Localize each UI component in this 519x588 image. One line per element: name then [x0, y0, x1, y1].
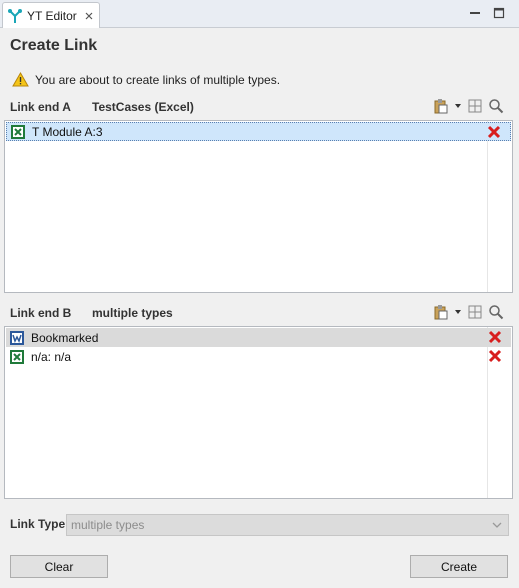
list-item-label: n/a: n/a — [31, 349, 72, 364]
link-end-b-toolbar — [433, 304, 504, 320]
column-divider — [487, 121, 488, 292]
tab-bar: YT Editor — [0, 0, 519, 28]
tab-label: YT Editor — [27, 8, 77, 23]
search-icon[interactable] — [488, 304, 504, 320]
warning-icon — [12, 72, 29, 87]
delete-icon[interactable] — [488, 330, 502, 344]
list-item-label: T Module A:3 — [32, 124, 103, 139]
link-type-select[interactable]: multiple types — [66, 514, 509, 536]
grid-icon[interactable] — [467, 304, 483, 320]
grid-icon[interactable] — [467, 98, 483, 114]
link-type-label: Link Type — [10, 517, 66, 531]
link-type-value: multiple types — [71, 518, 145, 532]
list-item[interactable]: n/a: n/a — [6, 347, 511, 366]
link-end-b-list[interactable]: Bookmarked n/a: n/a — [4, 326, 513, 499]
link-end-a-list[interactable]: T Module A:3 — [4, 120, 513, 293]
chevron-down-icon — [492, 522, 502, 528]
list-item[interactable]: Bookmarked — [6, 328, 511, 347]
link-end-a-value: TestCases (Excel) — [92, 100, 194, 114]
link-end-b-value: multiple types — [92, 306, 173, 320]
warning-message: You are about to create links of multipl… — [12, 72, 280, 87]
window-controls — [469, 7, 505, 19]
link-end-b-label: Link end B — [10, 306, 72, 320]
word-icon — [10, 330, 24, 345]
delete-icon[interactable] — [488, 349, 502, 363]
excel-icon — [11, 124, 25, 139]
clear-button[interactable]: Clear — [10, 555, 108, 578]
tab-yt-editor[interactable]: YT Editor — [2, 2, 100, 28]
yt-logo-icon — [8, 8, 22, 23]
warning-text: You are about to create links of multipl… — [35, 72, 281, 87]
minimize-icon[interactable] — [469, 7, 481, 19]
editor-window: YT Editor Create Link You are about to c… — [0, 0, 519, 588]
link-end-a-label: Link end A — [10, 100, 71, 114]
chevron-down-icon[interactable] — [454, 98, 462, 114]
search-icon[interactable] — [488, 98, 504, 114]
create-button[interactable]: Create — [410, 555, 508, 578]
link-end-a-header: Link end A TestCases (Excel) — [10, 98, 510, 118]
create-link-panel: Create Link You are about to create link… — [0, 28, 519, 588]
excel-icon — [10, 349, 24, 364]
maximize-icon[interactable] — [493, 7, 505, 19]
list-item-label: Bookmarked — [31, 330, 99, 345]
paste-icon[interactable] — [433, 304, 449, 320]
chevron-down-icon[interactable] — [454, 304, 462, 320]
page-title: Create Link — [10, 37, 98, 54]
paste-icon[interactable] — [433, 98, 449, 114]
link-end-b-header: Link end B multiple types — [10, 304, 510, 324]
close-icon[interactable] — [84, 11, 94, 21]
delete-icon[interactable] — [487, 125, 501, 139]
list-item[interactable]: T Module A:3 — [6, 122, 511, 141]
link-end-a-toolbar — [433, 98, 504, 114]
